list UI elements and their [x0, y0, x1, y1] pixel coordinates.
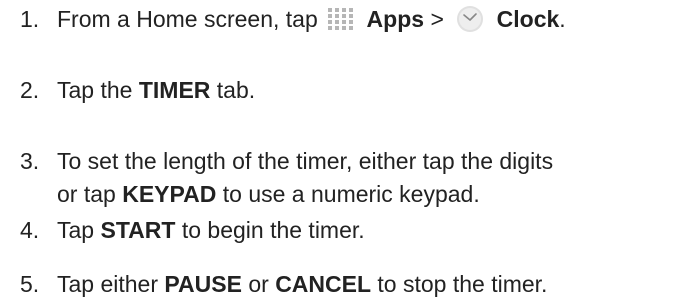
- keypad-label: KEYPAD: [122, 181, 217, 207]
- clock-icon: [457, 5, 484, 32]
- apps-label: Apps: [366, 6, 425, 32]
- clock-label: Clock: [496, 6, 560, 32]
- step-text-segment: tab.: [216, 77, 256, 103]
- step-text: To set the length of the timer, either t…: [57, 145, 697, 211]
- instruction-steps: 1. From a Home screen, tap Apps > Clock.…: [0, 0, 699, 302]
- step-number: 2.: [20, 77, 40, 103]
- step-number: 4.: [20, 217, 40, 243]
- step-text-line: or tap KEYPAD to use a numeric keypad.: [57, 178, 697, 211]
- step-text-line: To set the length of the timer, either t…: [57, 148, 554, 174]
- step-text-segment: or tap: [57, 181, 116, 207]
- pause-label: PAUSE: [164, 271, 242, 297]
- cancel-label: CANCEL: [275, 271, 372, 297]
- step-text: From a Home screen, tap Apps > Clock.: [57, 3, 697, 36]
- step-text-segment: Tap either: [57, 271, 159, 297]
- step-text: Tap the TIMER tab.: [57, 74, 697, 107]
- step-text-segment: Tap the: [57, 77, 133, 103]
- start-label: START: [100, 217, 176, 243]
- step-text: Tap either PAUSE or CANCEL to stop the t…: [57, 268, 697, 301]
- step-number: 5.: [20, 271, 40, 297]
- period: .: [559, 6, 566, 32]
- step-text-segment: or: [248, 271, 269, 297]
- step-number: 3.: [20, 148, 40, 174]
- apps-grid-icon: [328, 7, 354, 30]
- step-number: 1.: [20, 6, 40, 32]
- step-text-segment: Tap: [57, 217, 95, 243]
- step-text-segment: to begin the timer.: [181, 217, 365, 243]
- timer-label: TIMER: [138, 77, 211, 103]
- step-text-segment: to stop the timer.: [377, 271, 548, 297]
- step-text: Tap START to begin the timer.: [57, 214, 697, 247]
- separator: >: [430, 6, 444, 32]
- step-text-segment: to use a numeric keypad.: [222, 181, 480, 207]
- step-text-segment: From a Home screen, tap: [57, 6, 318, 32]
